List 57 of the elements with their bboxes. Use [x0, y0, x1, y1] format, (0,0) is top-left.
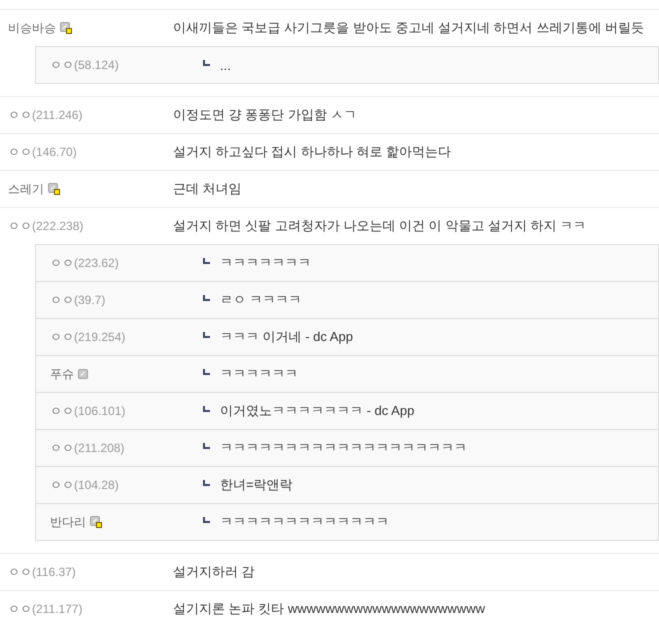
comment-text: 설기지론 논파 킷타 wwwwwwwwwwwwwwwwwwwww	[173, 600, 485, 618]
nickname: ㅇㅇ	[8, 564, 32, 580]
nickname: ㅇㅇ	[50, 476, 74, 494]
ip-address: (211.246)	[32, 108, 82, 122]
reply-text: ㅋㅋㅋㅋㅋㅋㅋㅋㅋㅋㅋㅋㅋㅋㅋㅋㅋㅋㅋ	[220, 439, 467, 457]
nickname: ㅇㅇ	[50, 328, 74, 346]
reply-corner-icon	[203, 295, 210, 301]
nickname: ㅇㅇ	[8, 218, 32, 234]
comment-text: 설거지하러 감	[173, 563, 255, 581]
nick-badge-icon	[48, 183, 60, 195]
ip-address: (58.124)	[74, 58, 119, 72]
ip-address: (39.7)	[74, 293, 106, 307]
reply-corner-icon	[203, 332, 210, 338]
reply-corner-icon	[203, 443, 210, 449]
comment-text: 이새끼들은 국보급 사기그릇을 받아도 중고네 설거지네 하면서 쓰레기통에 버릴듯	[173, 19, 644, 37]
reply-text: ...	[220, 58, 231, 72]
nickname: ㅇㅇ	[50, 56, 74, 74]
ip-address: (223.62)	[74, 256, 119, 270]
nickname: 비승바승	[8, 20, 56, 36]
comment-text: 근데 처녀임	[173, 180, 242, 198]
reply-corner-icon	[203, 369, 210, 375]
nickname: 반다리	[50, 514, 86, 530]
nickname: ㅇㅇ	[50, 402, 74, 420]
reply-corner-icon	[203, 517, 210, 523]
comment-text: 설거지 하면 싯팔 고려청자가 나오는데 이건 이 악물고 설거지 하지 ㅋㅋ	[173, 217, 586, 235]
nickname: 스레기	[8, 180, 44, 198]
nickname: 푸슈	[50, 366, 74, 382]
reply-corner-icon	[203, 480, 210, 486]
nick-badge-icon	[60, 22, 72, 34]
nickname: ㅇㅇ	[50, 254, 74, 272]
reply-text: 한녀=락앤락	[220, 476, 293, 494]
ip-address: (211.208)	[74, 441, 124, 455]
ip-address: (222.238)	[32, 219, 84, 233]
ip-address: (106.101)	[74, 404, 126, 418]
ip-address: (211.177)	[32, 602, 82, 616]
reply-text: ㅋㅋㅋㅋㅋㅋㅋ	[220, 254, 311, 272]
nick-badge-icon	[90, 516, 102, 528]
nickname: ㅇㅇ	[8, 600, 32, 618]
reply-corner-icon	[203, 406, 210, 412]
nickname: ㅇㅇ	[50, 292, 74, 308]
reply-corner-icon	[203, 60, 210, 66]
nickname: ㅇㅇ	[8, 144, 32, 160]
reply-text: ㅋㅋㅋㅋㅋㅋ	[220, 365, 298, 383]
ip-address: (116.37)	[32, 565, 76, 579]
nickname: ㅇㅇ	[8, 106, 32, 124]
reply-text: ㄹㅇ ㅋㅋㅋㅋ	[220, 291, 302, 309]
ip-address: (104.28)	[74, 478, 119, 492]
reply-text: ㅋㅋㅋㅋㅋㅋㅋㅋㅋㅋㅋㅋㅋ	[220, 513, 389, 531]
ip-address: (146.70)	[32, 145, 77, 159]
reply-text: 이거였노ㅋㅋㅋㅋㅋㅋㅋ - dc App	[220, 402, 414, 420]
ip-address: (219.254)	[74, 330, 126, 344]
reply-text: ㅋㅋㅋ 이거네 - dc App	[220, 328, 353, 346]
comment-text: 이정도면 걍 퐁퐁단 가입함 ㅅㄱ	[173, 106, 356, 124]
nick-badge-icon	[78, 369, 88, 379]
reply-corner-icon	[203, 258, 210, 264]
comment-text: 설거지 하고싶다 접시 하나하나 혀로 핥아먹는다	[173, 143, 452, 161]
nickname: ㅇㅇ	[50, 440, 74, 456]
